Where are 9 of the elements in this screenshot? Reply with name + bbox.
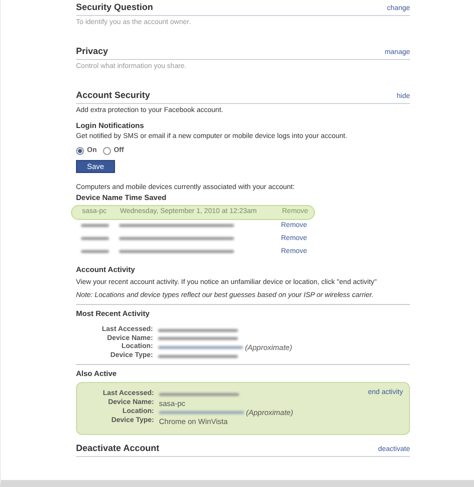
redacted-text <box>81 224 109 227</box>
section-title: Privacy <box>76 46 108 57</box>
section-title: Account Security <box>76 90 150 100</box>
section-title: Security Question <box>76 2 154 13</box>
redacted-text <box>81 250 109 253</box>
radio-icon[interactable] <box>76 146 84 155</box>
redacted-text <box>81 236 109 240</box>
radio-icon[interactable] <box>102 146 111 155</box>
section-title: Deactivate Account <box>76 442 160 454</box>
